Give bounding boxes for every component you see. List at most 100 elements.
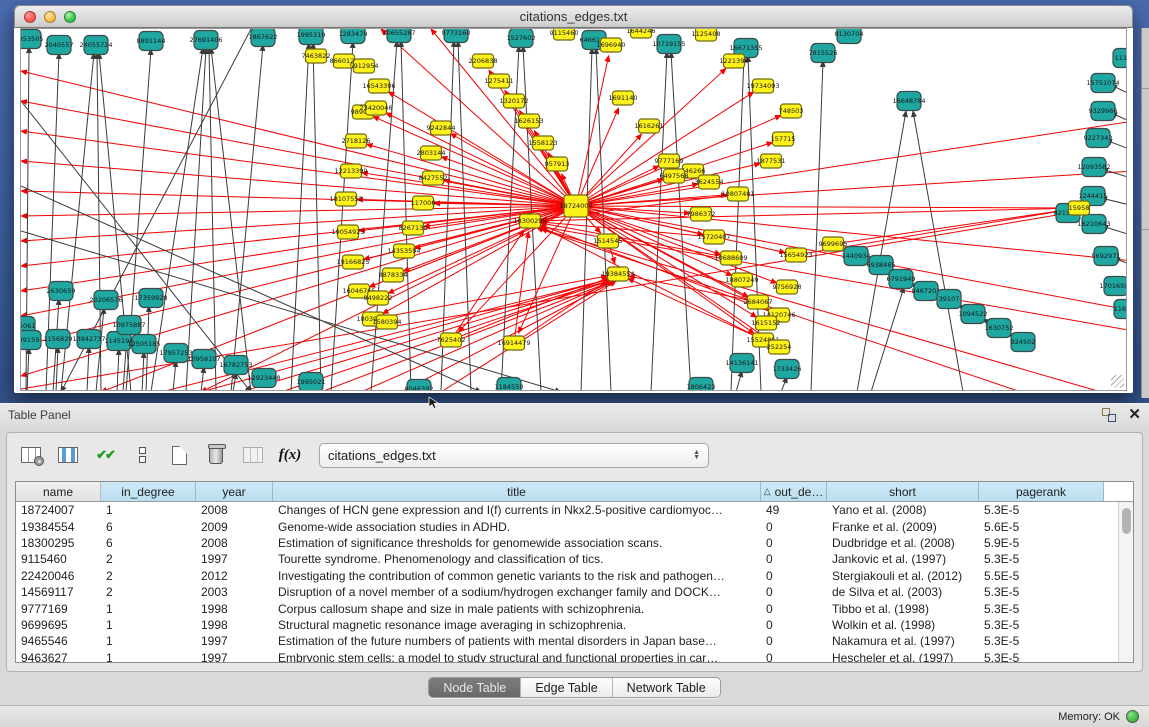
- graph-node[interactable]: 1275411: [485, 74, 514, 88]
- graph-node[interactable]: 19734093: [746, 79, 779, 93]
- create-new-column-button[interactable]: [165, 441, 193, 469]
- column-header-short[interactable]: short: [827, 482, 979, 501]
- graph-node[interactable]: 1995319: [297, 29, 326, 45]
- graph-node[interactable]: 9467201: [912, 282, 941, 301]
- graph-node[interactable]: 10958107: [187, 350, 220, 369]
- graph-node[interactable]: 1320172: [500, 94, 529, 108]
- graph-node[interactable]: 1514545: [594, 234, 623, 248]
- graph-node[interactable]: 7463822: [302, 49, 331, 63]
- graph-node[interactable]: 15751074: [1086, 74, 1119, 93]
- graph-node[interactable]: 8130704: [835, 29, 864, 44]
- delete-table-button[interactable]: [239, 441, 267, 469]
- graph-node[interactable]: 18724007: [559, 195, 592, 217]
- close-panel-icon[interactable]: ✕: [1128, 408, 1141, 422]
- graph-node[interactable]: 1696940: [597, 38, 626, 52]
- graph-node[interactable]: 17359928: [134, 289, 167, 308]
- graph-node[interactable]: 15654923: [779, 248, 812, 262]
- graph-node[interactable]: 2630659: [47, 282, 76, 301]
- graph-node[interactable]: 5912954: [350, 59, 379, 73]
- table-row[interactable]: 946554611997Estimation of the future num…: [16, 633, 1133, 649]
- graph-node[interactable]: 9046392: [405, 380, 434, 392]
- column-header-year[interactable]: year: [196, 482, 273, 501]
- graph-node[interactable]: 1580394: [373, 315, 402, 329]
- graph-node[interactable]: 7815526: [809, 44, 838, 63]
- graph-node[interactable]: 12093582: [1077, 158, 1110, 177]
- graph-node[interactable]: 9329966: [1089, 102, 1118, 121]
- graph-node[interactable]: 10975887: [112, 316, 145, 335]
- table-row[interactable]: 2242004622012Investigating the contribut…: [16, 568, 1133, 584]
- graph-node[interactable]: 6497568: [660, 169, 689, 183]
- graph-node[interactable]: 5692971: [1092, 247, 1121, 266]
- graph-node[interactable]: 16782753: [219, 356, 252, 375]
- column-header-in_degree[interactable]: in_degree: [101, 482, 196, 501]
- table-row[interactable]: 1872400712008Changes of HCN gene express…: [16, 502, 1133, 518]
- table-row[interactable]: 946362711997Embryonic stem cells: a mode…: [16, 650, 1133, 662]
- graph-node[interactable]: 1853505: [21, 30, 43, 49]
- graph-node[interactable]: 27691406: [189, 31, 222, 50]
- graph-node[interactable]: 2206838: [469, 54, 498, 68]
- graph-node[interactable]: 12213399: [334, 164, 367, 178]
- graph-node[interactable]: 18107552: [329, 192, 362, 206]
- graph-node[interactable]: 7986372: [687, 207, 716, 221]
- graph-node[interactable]: 2803144: [417, 146, 446, 160]
- select-all-columns-button[interactable]: ✔✔: [91, 441, 119, 469]
- network-graph[interactable]: 1853505204055724055724889114427691406186…: [21, 29, 1127, 391]
- graph-node[interactable]: 9777169: [655, 154, 684, 168]
- graph-node[interactable]: 12505185: [127, 335, 160, 354]
- graph-node[interactable]: 117006: [411, 196, 436, 210]
- function-builder-button[interactable]: f(x): [276, 441, 304, 469]
- column-header-pagerank[interactable]: pagerank: [979, 482, 1104, 501]
- graph-node[interactable]: 1691140: [609, 91, 638, 105]
- graph-node[interactable]: 24055724: [79, 36, 112, 55]
- network-canvas[interactable]: 1853505204055724055724889114427691406186…: [20, 28, 1127, 391]
- show-columns-button[interactable]: [54, 441, 82, 469]
- graph-node[interactable]: 1626153: [515, 114, 544, 128]
- graph-node[interactable]: 14353594: [387, 244, 420, 258]
- graph-node[interactable]: 924502: [1011, 333, 1036, 352]
- graph-node[interactable]: 1283479: [339, 29, 368, 44]
- graph-node[interactable]: 1867622: [249, 29, 278, 47]
- graph-node[interactable]: 1995021: [297, 373, 326, 392]
- graph-node[interactable]: 2684067: [744, 295, 773, 309]
- network-window-titlebar[interactable]: citations_edges.txt: [14, 5, 1133, 28]
- tab-edge-table[interactable]: Edge Table: [521, 678, 612, 697]
- delete-columns-button[interactable]: [202, 441, 230, 469]
- graph-node[interactable]: 957913: [545, 157, 570, 171]
- graph-node[interactable]: 17016504: [1099, 277, 1127, 296]
- graph-node[interactable]: 39107: [937, 290, 961, 309]
- table-settings-button[interactable]: [17, 441, 45, 469]
- graph-node[interactable]: 1184550: [495, 378, 524, 392]
- graph-node[interactable]: 12923448: [247, 369, 280, 388]
- graph-node[interactable]: 1877531: [757, 154, 786, 168]
- graph-node[interactable]: 16648784: [892, 92, 925, 111]
- graph-node[interactable]: 8878334: [379, 268, 408, 282]
- graph-node[interactable]: 16543396: [362, 79, 395, 93]
- table-row[interactable]: 1938455462009Genome-wide association stu…: [16, 518, 1133, 534]
- graph-node[interactable]: 1094522: [959, 305, 988, 324]
- graph-node[interactable]: 9498222: [364, 291, 393, 305]
- graph-node[interactable]: 157715: [771, 132, 796, 146]
- unselect-all-columns-button[interactable]: [128, 441, 156, 469]
- graph-node[interactable]: 19054923: [331, 225, 364, 239]
- graph-node[interactable]: 9773160: [442, 29, 471, 43]
- table-row[interactable]: 1830029562008Estimation of significance …: [16, 535, 1133, 551]
- graph-node[interactable]: 10719155: [652, 35, 685, 54]
- graph-node[interactable]: 1125408: [692, 29, 721, 41]
- graph-node[interactable]: 9756928: [773, 280, 802, 294]
- graph-node[interactable]: 8891144: [137, 32, 166, 51]
- graph-node[interactable]: 10688609: [714, 251, 747, 265]
- resize-grip[interactable]: [1111, 375, 1124, 388]
- graph-node[interactable]: 1221398: [720, 54, 749, 68]
- graph-node[interactable]: 19166825: [336, 255, 369, 269]
- graph-node[interactable]: 10655287: [382, 29, 415, 43]
- column-header-name[interactable]: name: [16, 482, 101, 501]
- graph-node[interactable]: 1644246: [627, 29, 656, 38]
- graph-node[interactable]: 9242844: [427, 121, 456, 135]
- graph-node[interactable]: 9699695: [819, 237, 848, 251]
- graph-node[interactable]: 2718126: [342, 134, 371, 148]
- graph-node[interactable]: 14136141: [725, 354, 758, 373]
- graph-node[interactable]: 10807481: [721, 187, 754, 201]
- graph-node[interactable]: 1733426: [773, 360, 802, 379]
- graph-node[interactable]: 20206576: [89, 291, 122, 310]
- tab-node-table[interactable]: Node Table: [429, 678, 521, 697]
